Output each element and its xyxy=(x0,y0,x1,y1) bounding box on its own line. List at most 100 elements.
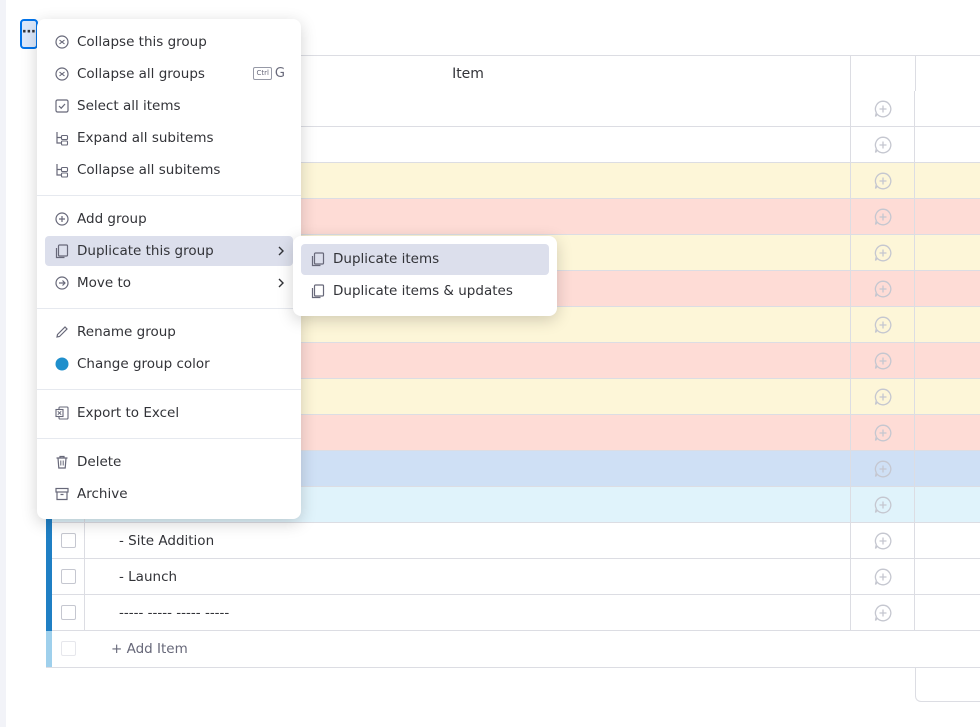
updates-cell[interactable] xyxy=(850,379,915,415)
menu-item-add-group[interactable]: Add group xyxy=(45,204,293,234)
item-name[interactable]: ----- ----- ----- ----- xyxy=(119,595,229,631)
column-header-extra[interactable] xyxy=(915,56,980,92)
row-checkbox[interactable] xyxy=(61,605,76,620)
submenu-item-label: Duplicate items & updates xyxy=(333,283,513,299)
add-update-icon[interactable] xyxy=(873,603,893,623)
updates-cell[interactable] xyxy=(850,487,915,523)
menu-divider xyxy=(37,308,301,309)
updates-cell[interactable] xyxy=(850,415,915,451)
add-update-icon[interactable] xyxy=(873,171,893,191)
add-update-icon[interactable] xyxy=(873,135,893,155)
collapse-icon xyxy=(55,35,69,49)
row-checkbox-cell xyxy=(52,523,85,559)
trash-icon xyxy=(56,455,68,469)
submenu-item-duplicate-items[interactable]: Duplicate items xyxy=(301,244,549,275)
row-checkbox xyxy=(61,641,76,656)
menu-item-expand-subitems[interactable]: Expand all subitems xyxy=(45,123,293,153)
add-update-icon[interactable] xyxy=(873,315,893,335)
menu-divider xyxy=(37,195,301,196)
chevron-right-icon xyxy=(278,278,284,288)
pencil-icon xyxy=(56,326,68,338)
table-row[interactable]: - Site Addition xyxy=(46,523,980,559)
menu-item-label: Collapse all groups xyxy=(77,66,205,82)
add-update-icon[interactable] xyxy=(873,459,893,479)
group-color-bar xyxy=(46,631,52,667)
menu-divider xyxy=(37,438,301,439)
row-checkbox[interactable] xyxy=(61,569,76,584)
group-menu-button[interactable]: ⋯ xyxy=(20,19,38,49)
updates-cell[interactable] xyxy=(850,559,915,595)
submenu-item-label: Duplicate items xyxy=(333,251,440,267)
add-update-icon[interactable] xyxy=(873,243,893,263)
duplicate-icon xyxy=(311,284,325,299)
menu-item-label: Select all items xyxy=(77,98,181,114)
row-checkbox-cell xyxy=(52,559,85,595)
menu-item-collapse-group[interactable]: Collapse this group xyxy=(45,27,293,57)
add-update-icon[interactable] xyxy=(873,531,893,551)
menu-item-duplicate-group[interactable]: Duplicate this group xyxy=(45,236,293,266)
add-item-button[interactable]: + Add Item xyxy=(111,631,188,667)
group-context-menu: Collapse this group Collapse all groups … xyxy=(37,19,301,519)
updates-cell[interactable] xyxy=(850,127,915,163)
checkbox-icon xyxy=(55,99,69,113)
subitems-icon xyxy=(56,132,69,146)
menu-item-export-excel[interactable]: Export to Excel xyxy=(45,398,293,428)
menu-item-label: Archive xyxy=(77,486,128,502)
menu-item-select-all[interactable]: Select all items xyxy=(45,91,293,121)
menu-item-label: Add group xyxy=(77,211,147,227)
item-name[interactable]: - Launch xyxy=(119,559,177,595)
duplicate-icon xyxy=(311,252,325,267)
menu-item-archive[interactable]: Archive xyxy=(45,479,293,509)
row-checkbox[interactable] xyxy=(61,533,76,548)
menu-item-label: Expand all subitems xyxy=(77,130,214,146)
updates-cell[interactable] xyxy=(850,595,915,631)
menu-item-label: Collapse this group xyxy=(77,34,207,50)
menu-item-label: Collapse all subitems xyxy=(77,162,221,178)
menu-item-delete[interactable]: Delete xyxy=(45,447,293,477)
summary-cell xyxy=(915,667,980,702)
duplicate-icon xyxy=(55,244,69,259)
menu-item-label: Export to Excel xyxy=(77,405,180,421)
submenu-item-duplicate-items-updates[interactable]: Duplicate items & updates xyxy=(301,276,549,307)
menu-item-rename-group[interactable]: Rename group xyxy=(45,317,293,347)
menu-item-collapse-all-groups[interactable]: Collapse all groups Ctrl G xyxy=(45,59,293,89)
menu-item-move-to[interactable]: Move to xyxy=(45,268,293,298)
move-arrow-icon xyxy=(55,276,69,290)
ctrl-key: Ctrl xyxy=(253,67,272,80)
updates-cell[interactable] xyxy=(850,199,915,235)
add-update-icon[interactable] xyxy=(873,99,893,119)
add-update-icon[interactable] xyxy=(873,387,893,407)
add-update-icon[interactable] xyxy=(873,567,893,587)
subitems-icon xyxy=(56,164,69,178)
excel-icon xyxy=(55,406,69,420)
updates-cell[interactable] xyxy=(850,307,915,343)
updates-cell[interactable] xyxy=(850,271,915,307)
updates-cell[interactable] xyxy=(850,523,915,559)
add-update-icon[interactable] xyxy=(873,423,893,443)
add-item-row[interactable]: + Add Item xyxy=(46,631,980,668)
shortcut-letter: G xyxy=(274,66,285,81)
menu-item-label: Move to xyxy=(77,275,132,291)
updates-cell[interactable] xyxy=(850,163,915,199)
updates-cell[interactable] xyxy=(850,91,915,127)
item-name[interactable]: - Site Addition xyxy=(119,523,214,559)
menu-item-label: Change group color xyxy=(77,356,210,372)
updates-cell[interactable] xyxy=(850,235,915,271)
menu-divider xyxy=(37,389,301,390)
add-circle-icon xyxy=(55,212,69,226)
menu-item-change-color[interactable]: Change group color xyxy=(45,349,293,379)
collapse-all-icon xyxy=(55,67,69,81)
table-row[interactable]: ----- ----- ----- ----- xyxy=(46,595,980,631)
add-update-icon[interactable] xyxy=(873,495,893,515)
table-row[interactable]: - Launch xyxy=(46,559,980,595)
add-update-icon[interactable] xyxy=(873,279,893,299)
menu-item-label: Delete xyxy=(77,454,122,470)
menu-item-collapse-subitems[interactable]: Collapse all subitems xyxy=(45,155,293,185)
chevron-right-icon xyxy=(278,246,284,256)
add-update-icon[interactable] xyxy=(873,351,893,371)
menu-item-label: Duplicate this group xyxy=(77,243,214,259)
updates-cell[interactable] xyxy=(850,451,915,487)
updates-cell[interactable] xyxy=(850,343,915,379)
add-update-icon[interactable] xyxy=(873,207,893,227)
row-checkbox-cell xyxy=(52,595,85,631)
